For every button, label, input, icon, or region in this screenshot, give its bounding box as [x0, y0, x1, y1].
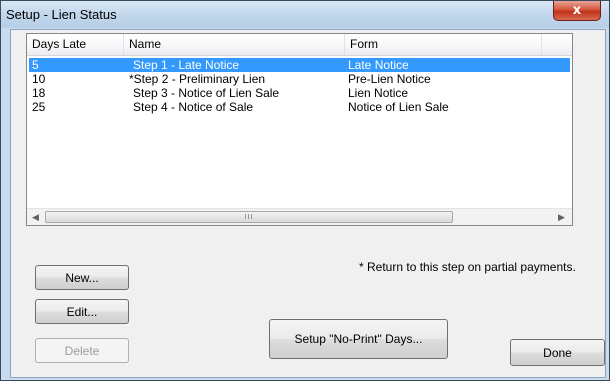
close-button[interactable]: x: [553, 1, 601, 21]
delete-button[interactable]: Delete: [35, 338, 129, 363]
title-bar[interactable]: Setup - Lien Status x: [1, 1, 609, 28]
list-header: Days Late Name Form: [27, 34, 572, 56]
scroll-right-icon[interactable]: ▶: [553, 209, 570, 225]
form-cell: Notice of Lien Sale: [348, 100, 449, 114]
column-header-form[interactable]: Form: [345, 34, 542, 55]
name-cell: Step 4 - Notice of Sale: [133, 100, 254, 114]
horizontal-scrollbar[interactable]: ◀ III ▶: [27, 208, 572, 225]
new-button[interactable]: New...: [35, 265, 129, 290]
name-cell: Step 1 - Late Notice: [133, 58, 240, 72]
scrollbar-thumb[interactable]: III: [45, 211, 453, 223]
form-cell: Lien Notice: [348, 86, 409, 100]
list-row-step-3[interactable]: 18 Step 3 - Notice of Lien Sale Lien Not…: [29, 86, 570, 100]
scroll-left-icon[interactable]: ◀: [27, 209, 44, 225]
list-row-step-2[interactable]: 10 *Step 2 - Preliminary Lien Pre-Lien N…: [29, 72, 570, 86]
grip-icon: III: [244, 213, 254, 221]
name-cell: Step 3 - Notice of Lien Sale: [133, 86, 280, 100]
days-late-cell: 5: [32, 58, 39, 72]
edit-button[interactable]: Edit...: [35, 299, 129, 324]
list-row-step-4[interactable]: 25 Step 4 - Notice of Sale Notice of Lie…: [29, 100, 570, 114]
close-icon: x: [572, 3, 582, 18]
name-cell: *Step 2 - Preliminary Lien: [129, 72, 266, 86]
partial-payment-note: * Return to this step on partial payment…: [359, 260, 576, 274]
done-button[interactable]: Done: [510, 339, 605, 366]
form-cell: Late Notice: [348, 58, 409, 72]
days-late-cell: 25: [32, 100, 46, 114]
setup-no-print-days-button[interactable]: Setup "No-Print" Days...: [269, 319, 448, 359]
setup-lien-status-dialog: Setup - Lien Status x Days Late Name For…: [0, 0, 610, 381]
days-late-cell: 18: [32, 86, 46, 100]
window-title: Setup - Lien Status: [6, 7, 117, 22]
column-header-days-late[interactable]: Days Late: [27, 34, 124, 55]
lien-status-list[interactable]: Days Late Name Form 5 Step 1 - Late Noti…: [26, 33, 573, 226]
form-cell: Pre-Lien Notice: [348, 72, 431, 86]
days-late-cell: 10: [32, 72, 46, 86]
column-header-name[interactable]: Name: [124, 34, 345, 55]
list-row-step-1[interactable]: 5 Step 1 - Late Notice Late Notice: [29, 58, 570, 72]
